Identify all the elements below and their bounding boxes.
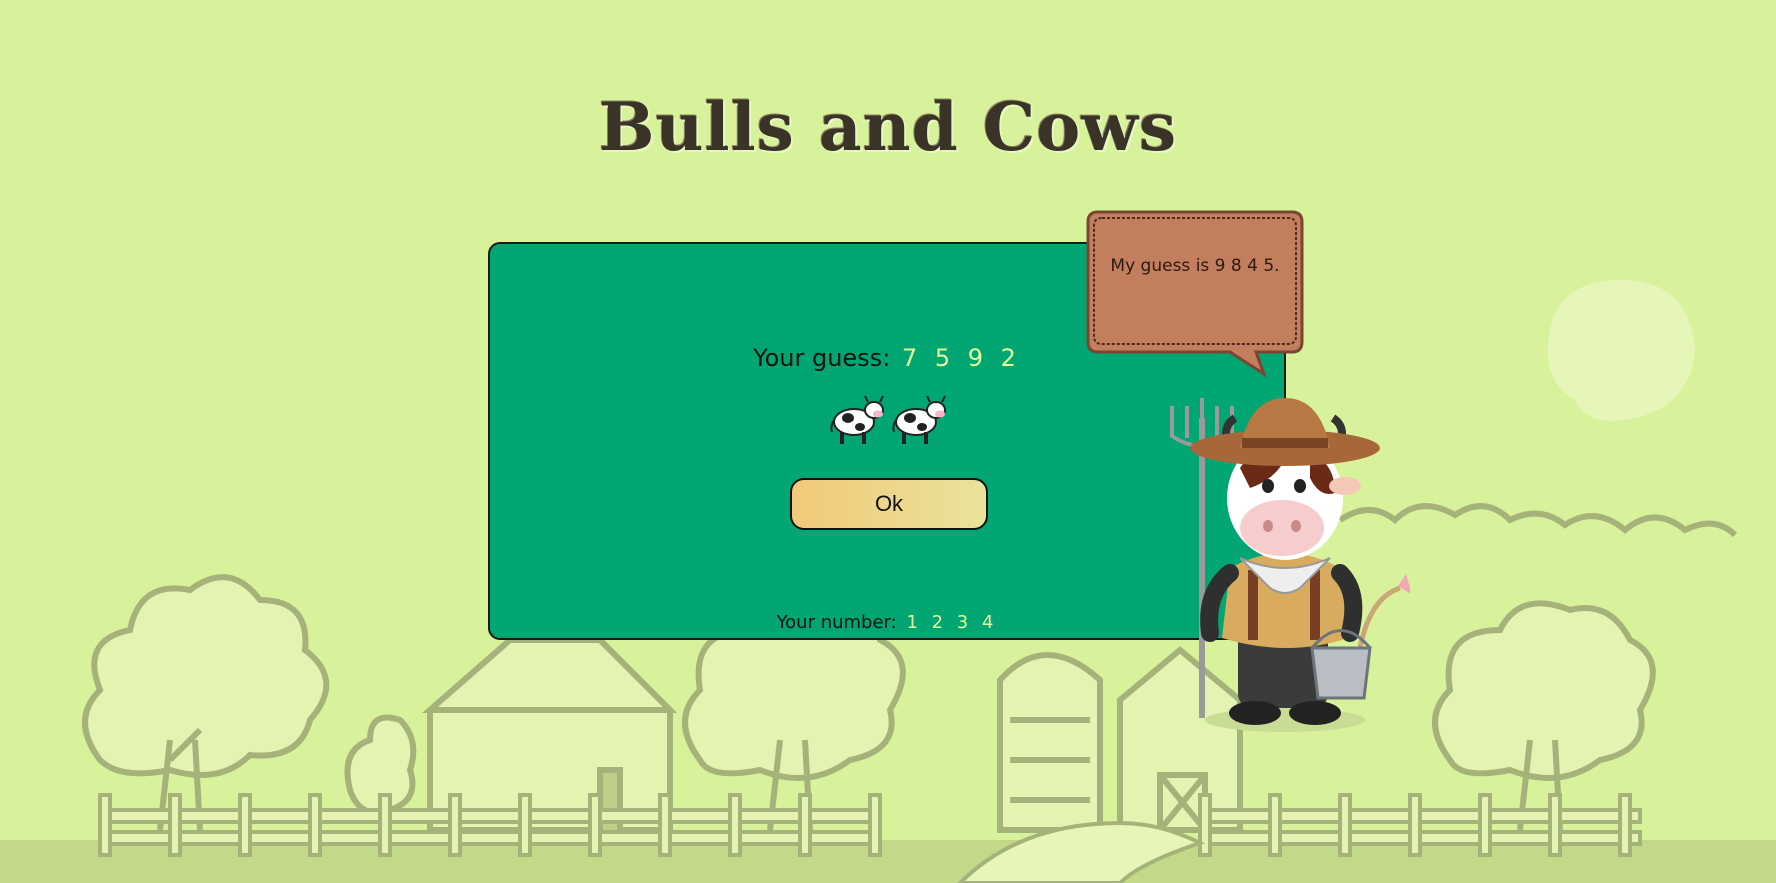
cow-result-icons <box>828 392 950 446</box>
your-guess-label: Your guess: <box>753 344 891 372</box>
speech-bubble <box>1086 210 1304 378</box>
your-number-digits: 1 2 3 4 <box>906 612 998 633</box>
ok-button[interactable]: Ok <box>790 478 988 530</box>
cow-icon <box>828 392 886 446</box>
speech-bubble-text: My guess is 9 8 4 5. <box>1110 256 1280 276</box>
cow-icon <box>890 392 948 446</box>
farmer-cow-mascot <box>1170 398 1410 732</box>
your-number-label: Your number: <box>776 612 897 633</box>
your-guess-digits: 7 5 9 2 <box>901 344 1021 372</box>
game-title: Bulls and Cows <box>598 88 1178 166</box>
